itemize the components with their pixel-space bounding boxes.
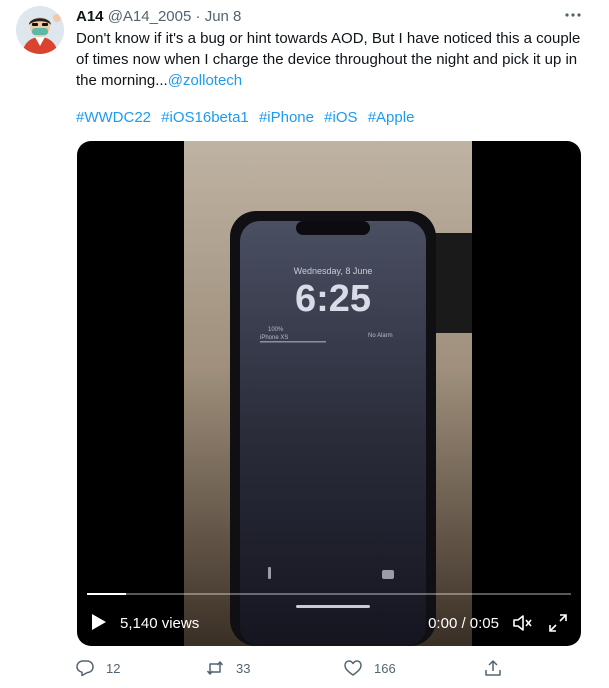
action-bar: 12 33 166 (76, 656, 596, 680)
mention-link[interactable]: @zollotech (168, 72, 242, 89)
reply-count: 12 (106, 660, 121, 676)
hashtag-wwdc22[interactable]: #WWDC22 (76, 109, 151, 126)
retweet-count: 33 (236, 660, 251, 676)
like-button[interactable]: 166 (344, 656, 396, 680)
hashtag-ios[interactable]: #iOS (324, 109, 357, 126)
video-controls: 5,140 views 0:00 / 0:05 (77, 603, 581, 643)
alarm-widget: No Alarm (368, 333, 393, 339)
author-handle[interactable]: @A14_2005 (108, 8, 192, 25)
play-icon[interactable] (91, 613, 107, 631)
retweet-button[interactable]: 33 (206, 656, 250, 680)
device-widget: iPhone XS (260, 335, 288, 341)
camera-icon (382, 570, 394, 579)
video-player[interactable]: Wednesday, 8 June 6:25 100% iPhone XS No… (77, 141, 581, 646)
like-icon (344, 660, 362, 676)
tweet-text: Don't know if it's a bug or hint towards… (76, 28, 596, 91)
hashtag-list: #WWDC22 #iOS16beta1 #iPhone #iOS #Apple (76, 107, 420, 128)
battery-widget: 100% (268, 327, 284, 333)
fullscreen-icon[interactable] (547, 612, 569, 634)
progress-fill (87, 593, 126, 595)
hashtag-iphone[interactable]: #iPhone (259, 109, 314, 126)
hashtag-ios16beta1[interactable]: #iOS16beta1 (161, 109, 249, 126)
tweet-date[interactable]: Jun 8 (205, 8, 242, 25)
tweet-body: Don't know if it's a bug or hint towards… (76, 30, 581, 89)
avatar-illustration (16, 6, 64, 54)
author-name[interactable]: A14 (76, 8, 104, 25)
share-icon (485, 660, 501, 676)
lock-time: 6:25 (295, 278, 371, 320)
view-count: 5,140 views (120, 615, 200, 632)
avatar[interactable] (16, 6, 64, 54)
time-display: 0:00 / 0:05 (428, 615, 499, 632)
progress-bar[interactable] (87, 593, 571, 595)
volume-icon[interactable] (511, 612, 533, 634)
lock-date: Wednesday, 8 June (294, 266, 373, 276)
share-button[interactable] (484, 656, 514, 680)
reply-icon (76, 660, 94, 677)
video-frame: Wednesday, 8 June 6:25 100% iPhone XS No… (184, 141, 472, 646)
tweet[interactable]: A14 @A14_2005 · Jun 8 Don't know if it's… (0, 0, 609, 688)
hashtag-apple[interactable]: #Apple (368, 109, 415, 126)
flashlight-icon (268, 567, 271, 579)
tweet-header: A14 @A14_2005 · Jun 8 (76, 8, 241, 26)
reply-button[interactable]: 12 (76, 656, 120, 680)
like-count: 166 (374, 660, 396, 676)
separator-dot: · (195, 8, 201, 25)
more-icon[interactable] (564, 6, 582, 24)
retweet-icon (206, 661, 224, 675)
